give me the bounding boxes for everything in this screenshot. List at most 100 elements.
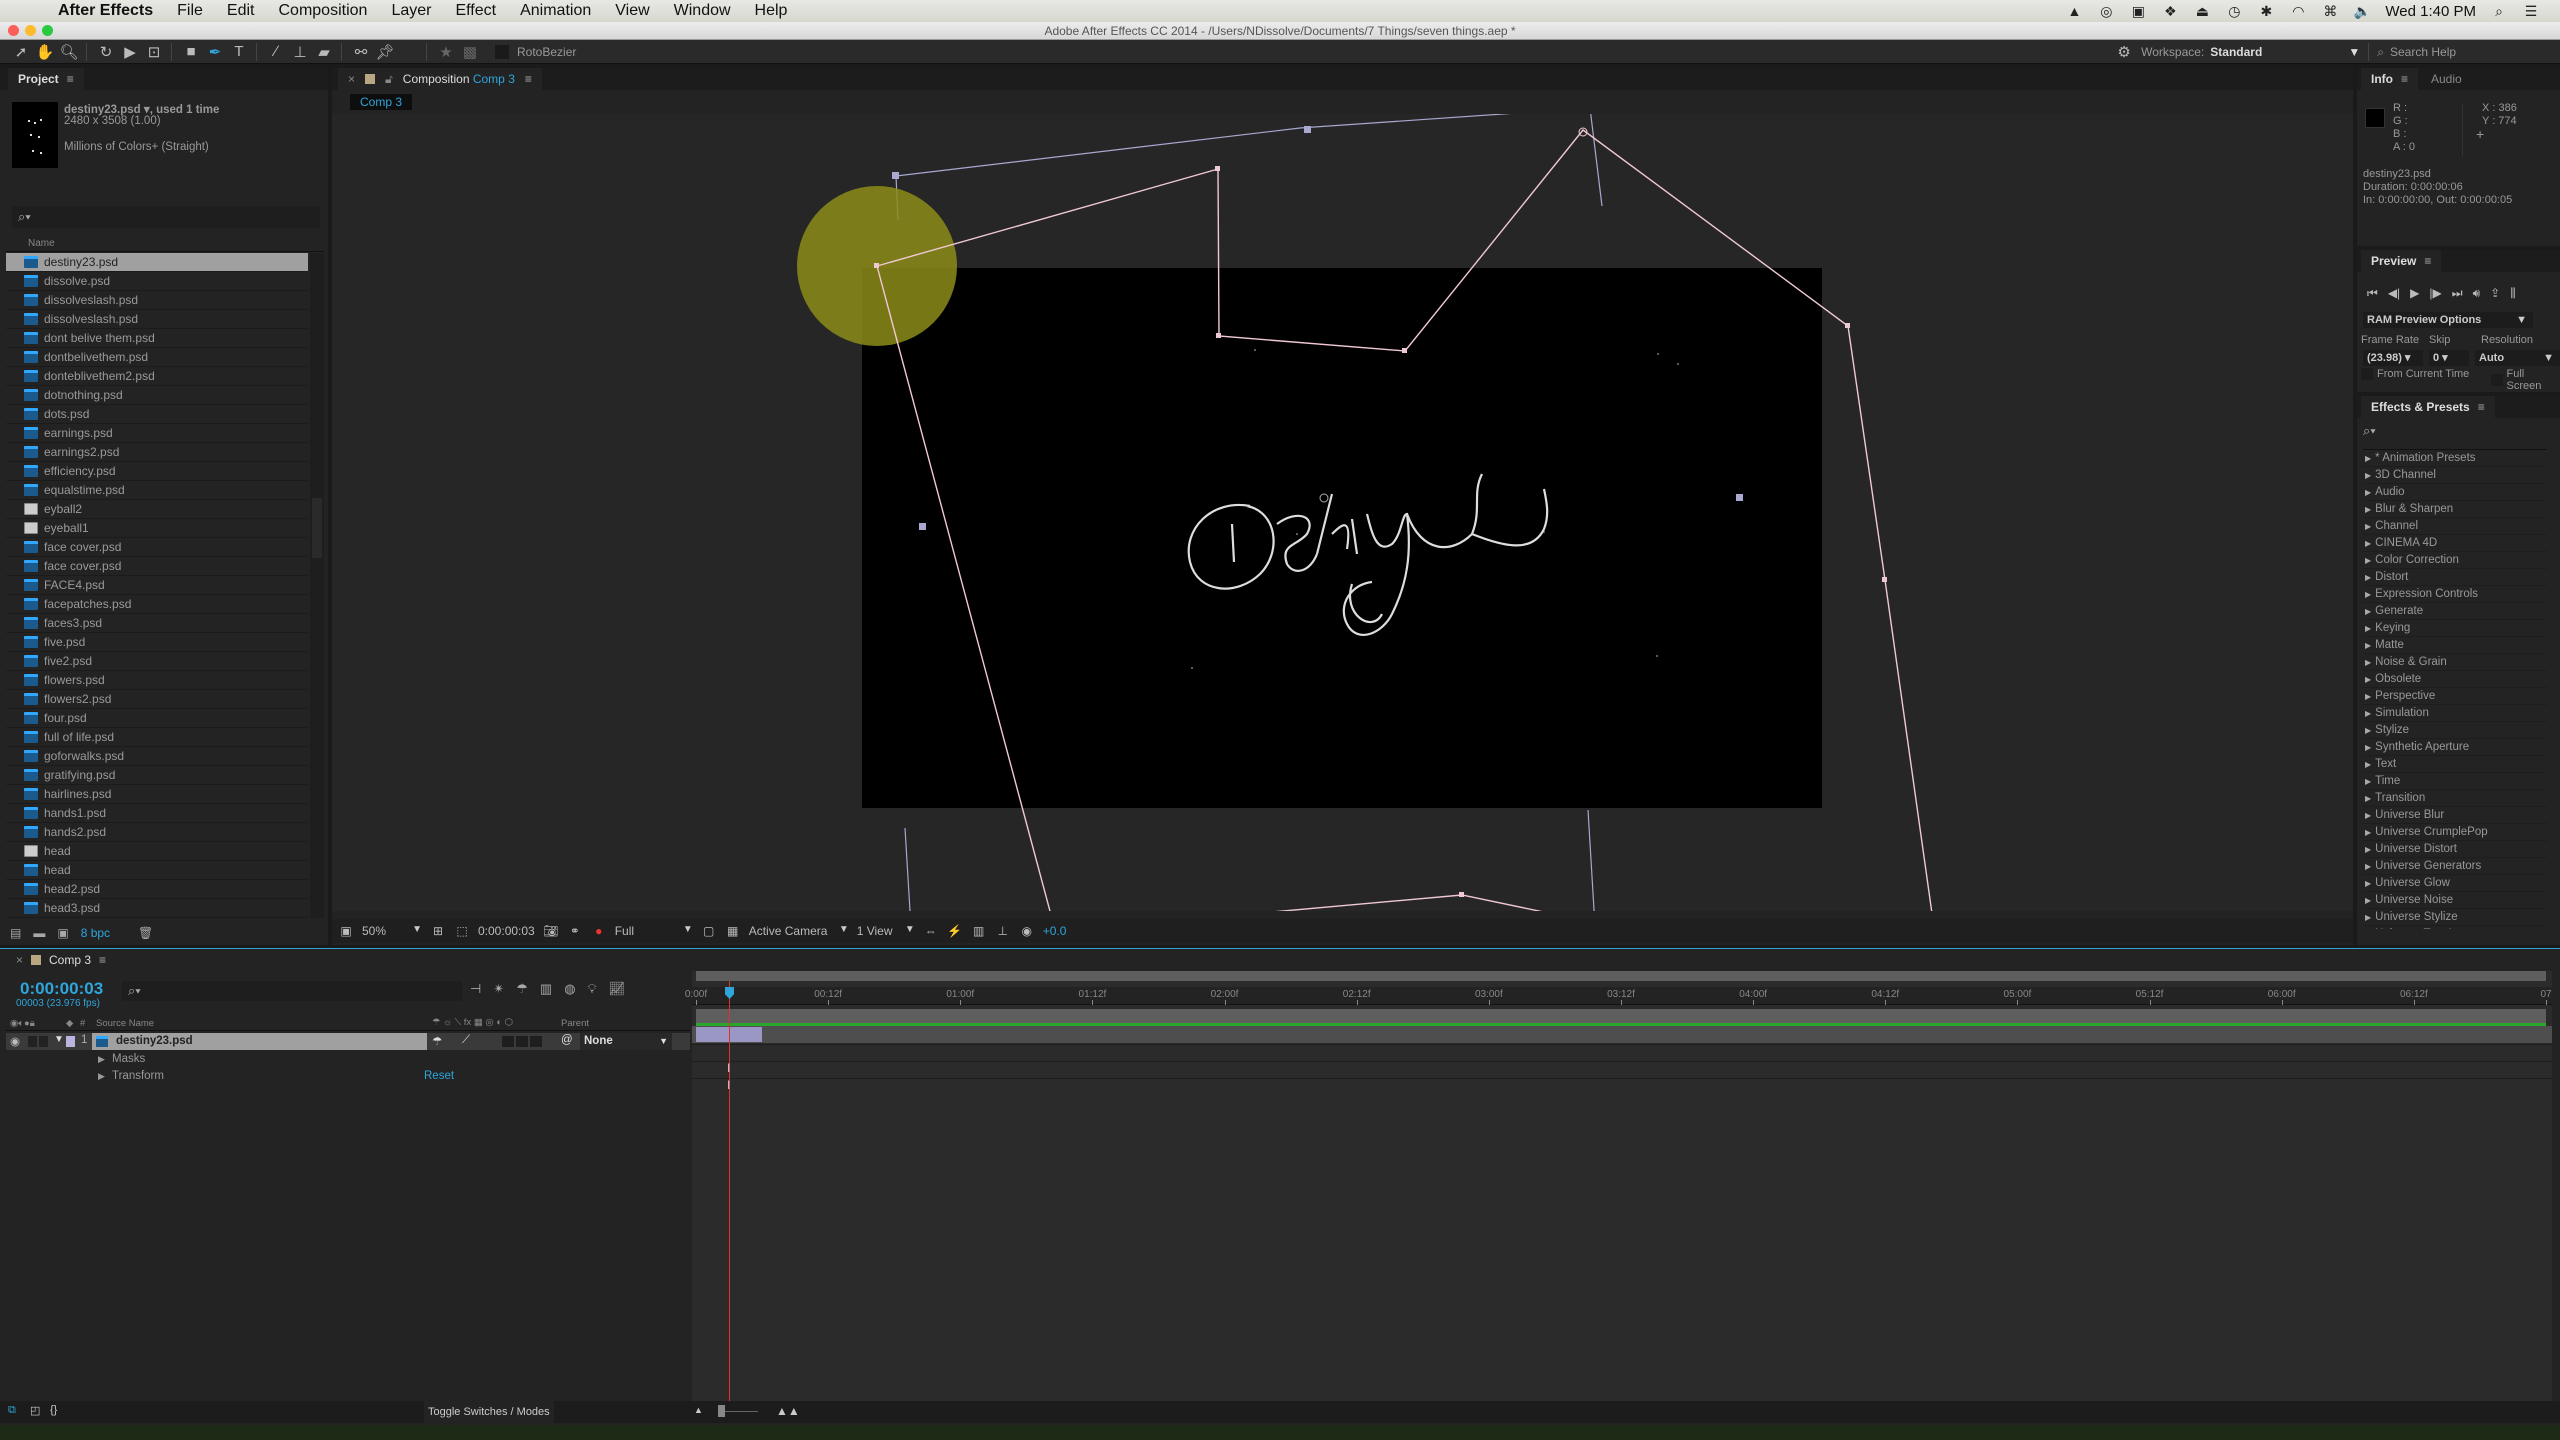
mute-audio-icon[interactable]: 🔊︎ [2473, 286, 2481, 301]
expand-category-icon[interactable]: ▶ [2365, 641, 2371, 650]
project-item[interactable]: full of life.psd [6, 728, 308, 747]
panel-menu-icon[interactable]: ≡ [67, 72, 74, 86]
pen-tool-icon[interactable]: ✒ [204, 42, 226, 62]
project-item[interactable]: head2.psd [6, 880, 308, 899]
safe-margins-icon[interactable]: ⊞ [430, 924, 446, 938]
zoom-out-icon[interactable]: ▲ [694, 1405, 703, 1415]
effect-category[interactable]: ▶ Universe Blur [2363, 807, 2547, 824]
expand-category-icon[interactable]: ▶ [2365, 828, 2371, 837]
project-item[interactable]: dissolveslash.psd [6, 291, 308, 310]
timeline-layer-row[interactable]: ◉ ▼ 1 destiny23.psd ☂ ⟋ @ None ▼ [6, 1033, 690, 1050]
project-item[interactable]: face cover.psd [6, 538, 308, 557]
current-time-display[interactable]: 0:00:00:03 [20, 979, 103, 999]
effect-category[interactable]: ▶ Obsolete [2363, 671, 2547, 688]
effect-category[interactable]: ▶ CINEMA 4D [2363, 535, 2547, 552]
effect-category[interactable]: ▶ Text [2363, 756, 2547, 773]
effect-category[interactable]: ▶ Universe Distort [2363, 841, 2547, 858]
column-header-name[interactable]: Name [6, 236, 324, 252]
project-item[interactable]: head [6, 842, 308, 861]
previous-frame-icon[interactable]: ◀| [2388, 286, 2400, 301]
effect-category[interactable]: ▶ 3D Channel [2363, 467, 2547, 484]
project-item[interactable]: head3.psd [6, 899, 308, 918]
close-tab-icon[interactable]: × [348, 72, 355, 86]
time-ruler[interactable]: 0:00f 00:12f 01:00f 01:12f 02:00f 02:12f 03:00… [685, 987, 2552, 1005]
project-item[interactable]: five.psd [6, 633, 308, 652]
project-item[interactable]: flowers2.psd [6, 690, 308, 709]
project-item[interactable]: eyeball1 [6, 519, 308, 538]
current-time-display[interactable]: 0:00:00:03 [478, 924, 535, 938]
always-preview-icon[interactable]: ▣ [338, 924, 354, 938]
close-tab-icon[interactable]: × [16, 953, 23, 967]
expand-category-icon[interactable]: ▶ [2365, 845, 2371, 854]
creative-cloud-icon[interactable]: ◎ [2097, 3, 2115, 19]
project-item[interactable]: dissolveslash.psd [6, 310, 308, 329]
switch-box[interactable] [516, 1036, 528, 1047]
brush-tool-icon[interactable]: ∕ [265, 42, 287, 62]
next-frame-icon[interactable]: |▶ [2429, 286, 2441, 301]
effect-category[interactable]: ▶ Universe Noise [2363, 892, 2547, 909]
viewer-canvas[interactable] [332, 114, 2353, 911]
expand-category-icon[interactable]: ▶ [2365, 556, 2371, 565]
expand-category-icon[interactable]: ▶ [2365, 692, 2371, 701]
airplay-icon[interactable]: ⏏ [2193, 3, 2211, 19]
menu-view[interactable]: View [615, 2, 649, 20]
effect-category[interactable]: ▶Universe ToonIt [2363, 926, 2547, 929]
parent-select[interactable]: None ▼ [580, 1033, 672, 1050]
search-help-input[interactable]: Search Help [2390, 45, 2560, 59]
workspace-icon[interactable]: ⚙ [2113, 42, 2135, 62]
rectangle-tool-icon[interactable]: ■ [180, 42, 202, 62]
project-item[interactable]: dots.psd [6, 405, 308, 424]
draft-3d-icon[interactable]: ✴ [493, 981, 504, 997]
view-layout-select[interactable]: 1 View ▼ [857, 924, 915, 938]
timeline-icon[interactable]: ▥ [971, 924, 987, 938]
skip-select[interactable]: 0 ▾ [2429, 350, 2469, 366]
project-item[interactable]: donteblivethem2.psd [6, 367, 308, 386]
panel-menu-icon[interactable]: ≡ [2424, 254, 2431, 268]
effect-category[interactable]: ▶ Noise & Grain [2363, 654, 2547, 671]
zoom-slider-thumb[interactable] [718, 1405, 725, 1417]
menubar-clock[interactable]: Wed 1:40 PM [2385, 3, 2476, 20]
effect-category[interactable]: ▶ Time [2363, 773, 2547, 790]
time-navigator-bar[interactable] [696, 971, 2546, 981]
expand-transform-icon[interactable]: ▶ [98, 1068, 105, 1085]
effect-category[interactable]: ▶ Universe Generators [2363, 858, 2547, 875]
comp-navigator[interactable]: Comp 3 [350, 94, 413, 110]
effect-category[interactable]: ▶ Color Correction [2363, 552, 2547, 569]
expand-category-icon[interactable]: ▶ [2365, 862, 2371, 871]
expand-category-icon[interactable]: ▶ [2365, 675, 2371, 684]
layer-source-name[interactable]: destiny23.psd [92, 1033, 427, 1050]
loop-icon[interactable]: ⇪ [2490, 286, 2500, 301]
puppet-pin-tool-icon[interactable]: 📌︎ [374, 42, 396, 62]
tab-project[interactable]: Project ≡ [8, 68, 84, 90]
expand-category-icon[interactable]: ▶ [2365, 913, 2371, 922]
project-item[interactable]: destiny23.psd [6, 253, 308, 272]
project-item[interactable]: eyball2 [6, 500, 308, 519]
transparency-grid-icon[interactable]: ▦ [725, 924, 741, 938]
new-composition-icon[interactable]: ▣ [57, 926, 68, 940]
workspace-select[interactable]: Standard ▼ [2210, 45, 2360, 59]
project-item[interactable]: efficiency.psd [6, 462, 308, 481]
hide-shy-layers-icon[interactable]: ☂ [516, 981, 528, 997]
transform-group[interactable]: ▶ Transform Reset [6, 1068, 690, 1085]
bit-depth-button[interactable]: 8 bpc [81, 926, 110, 940]
switch-box[interactable] [530, 1036, 542, 1047]
expand-category-icon[interactable]: ▶ [2365, 590, 2371, 599]
layer-switches-pane-icon[interactable]: ⧉ [8, 1404, 16, 1417]
expand-category-icon[interactable]: ▶ [2365, 471, 2371, 480]
project-item[interactable]: equalstime.psd [6, 481, 308, 500]
frame-rate-select[interactable]: (23.98) ▾ [2363, 350, 2423, 366]
masks-group[interactable]: ▶ Masks [6, 1051, 690, 1068]
effect-category[interactable]: ▶ Generate [2363, 603, 2547, 620]
hand-tool-icon[interactable]: ✋ [34, 42, 56, 62]
ram-preview-icon[interactable]: ⫼ [2510, 286, 2516, 301]
from-current-time-checkbox[interactable]: From Current Time [2361, 368, 2469, 380]
effect-category[interactable]: ▶ Universe Glow [2363, 875, 2547, 892]
resolution-select[interactable]: Auto ▼ [2475, 350, 2560, 366]
show-snapshot-icon[interactable]: ⚭ [567, 924, 583, 938]
menu-file[interactable]: File [177, 2, 203, 20]
menu-composition[interactable]: Composition [279, 2, 368, 20]
expand-category-icon[interactable]: ▶ [2365, 522, 2371, 531]
menu-edit[interactable]: Edit [227, 2, 255, 20]
project-item[interactable]: five2.psd [6, 652, 308, 671]
expand-category-icon[interactable]: ▶ [2365, 896, 2371, 905]
